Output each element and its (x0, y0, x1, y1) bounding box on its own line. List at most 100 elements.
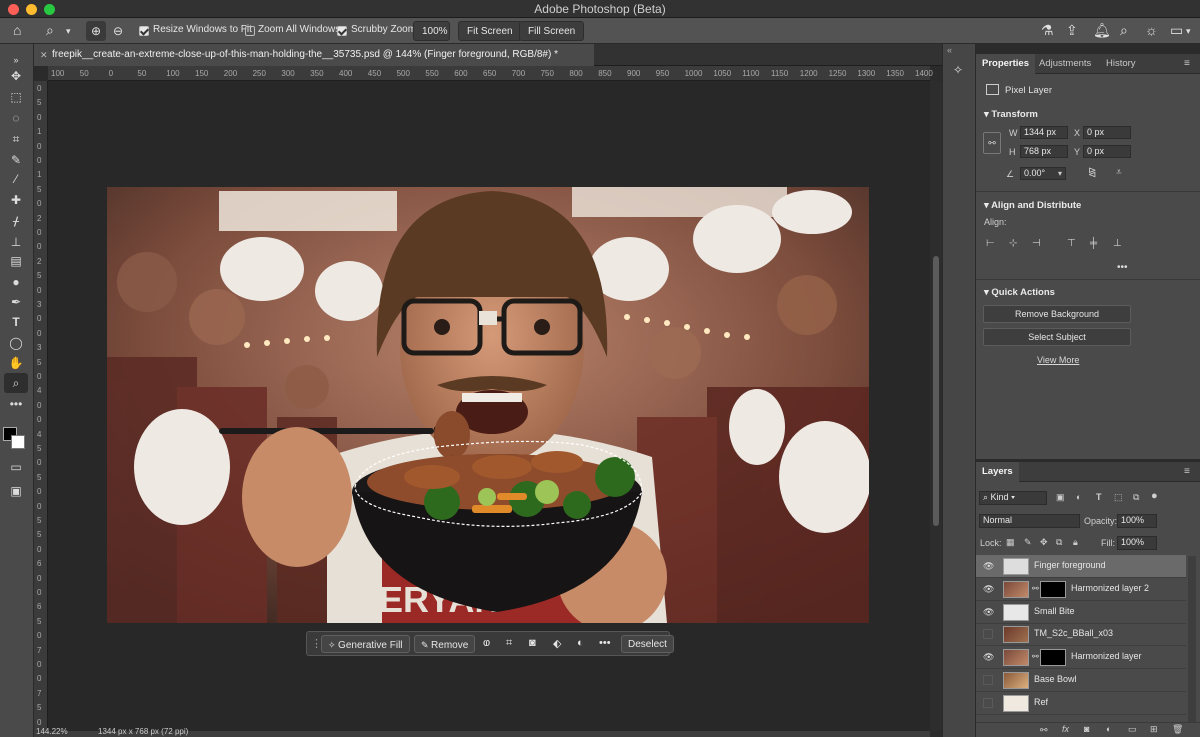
close-tab-icon[interactable]: ✕ (40, 44, 48, 66)
lightbulb-icon[interactable]: ☼ (1145, 23, 1158, 37)
align-right-icon[interactable]: ⊣ (1032, 238, 1044, 250)
x-field[interactable]: 0 px (1083, 126, 1131, 139)
workspace-icon[interactable]: ▭ (1170, 23, 1183, 37)
fill-bucket-icon[interactable]: ⬖ (553, 637, 561, 650)
add-mask-icon[interactable]: ◙ (1084, 724, 1089, 734)
adjustment-icon[interactable]: ◐ (577, 637, 584, 649)
pen-tool-icon[interactable]: ✒ (4, 292, 28, 312)
eye-icon[interactable]: 👁︎ (983, 607, 995, 617)
zoom-tool-active-icon[interactable]: ⌕ (4, 373, 28, 393)
lock-transparency-icon[interactable]: ▦ (1006, 537, 1015, 548)
crop-tool-icon[interactable]: ⌗ (4, 129, 28, 149)
filter-smart-object-icon[interactable]: ⧉ (1133, 492, 1139, 503)
mask-icon[interactable]: ◙ (529, 637, 536, 649)
bell-icon[interactable]: 🔔︎ (1093, 23, 1111, 37)
zoom-tool-icon[interactable]: ⌕ (46, 23, 54, 37)
layer-row[interactable]: Base Bowl (976, 669, 1186, 692)
fit-screen-button[interactable]: Fit Screen (458, 21, 522, 41)
align-bottom-icon[interactable]: ⊥ (1113, 238, 1125, 250)
filter-toggle-icon[interactable]: ● (1151, 490, 1158, 502)
filter-shape-icon[interactable]: ⬚ (1114, 492, 1123, 503)
align-top-icon[interactable]: ⊤ (1067, 238, 1079, 250)
layer-mask-thumbnail[interactable] (1040, 649, 1066, 667)
tab-layers[interactable]: Layers (976, 462, 1019, 482)
adjustment-layer-icon[interactable]: ◐ (1106, 724, 1111, 734)
move-tool-icon[interactable]: ✥ (4, 66, 28, 86)
layers-menu-icon[interactable]: ≡ (1184, 466, 1190, 477)
layer-row[interactable]: Ref (976, 692, 1186, 715)
zoom-out-icon[interactable]: ⊖ (113, 24, 123, 38)
shape-tool-icon[interactable]: ◯ (4, 333, 28, 353)
more-options-icon[interactable]: ••• (599, 637, 611, 649)
flip-horizontal-icon[interactable]: ⧎ (1088, 167, 1096, 178)
trash-icon[interactable]: 🗑︎ (1172, 724, 1183, 735)
workspace-chevron-icon[interactable]: ▾ (1186, 24, 1191, 38)
stamp-tool-icon[interactable]: ⊥ (4, 232, 28, 252)
y-field[interactable]: 0 px (1083, 145, 1131, 158)
chevron-down-icon[interactable]: ▾ (66, 24, 71, 38)
filter-adjustment-icon[interactable]: ◐ (1076, 492, 1081, 502)
canvas-vertical-scrollbar[interactable] (930, 81, 942, 731)
zoom-in-icon[interactable]: ⊕ (86, 21, 106, 41)
kind-filter-dropdown[interactable]: ⌕ Kind ▾ (979, 491, 1047, 505)
more-tools-icon[interactable]: ••• (4, 394, 28, 414)
fill-screen-button[interactable]: Fill Screen (519, 21, 585, 41)
lock-artboard-icon[interactable]: ⧉ (1056, 537, 1062, 548)
zoom-all-checkbox[interactable] (245, 26, 255, 36)
eye-hidden-icon[interactable] (983, 675, 993, 685)
layers-scrollbar[interactable] (1188, 556, 1196, 726)
screen-mode-icon[interactable]: ▣ (4, 481, 28, 501)
layer-row[interactable]: 👁︎ Finger foreground (976, 555, 1186, 578)
new-layer-icon[interactable]: ⊞ (1150, 724, 1158, 735)
eye-hidden-icon[interactable] (983, 629, 993, 640)
align-left-icon[interactable]: ⊢ (986, 238, 998, 250)
mask-link-icon[interactable]: ⚯ (1032, 584, 1039, 593)
remove-button[interactable]: ✎ Remove (414, 635, 476, 653)
marquee-tool-icon[interactable]: ⬚ (4, 87, 28, 107)
group-folder-icon[interactable]: ▭ (1128, 724, 1137, 735)
home-icon[interactable]: ⌂ (13, 23, 21, 37)
view-more-link[interactable]: View More (1037, 355, 1079, 365)
layer-row[interactable]: 👁︎ ⚯ Harmonized layer 2 (976, 578, 1186, 601)
gradient-tool-icon[interactable]: ▤ (4, 251, 28, 271)
quick-selection-tool-icon[interactable]: ✎ (4, 150, 28, 170)
eye-hidden-icon[interactable] (983, 697, 993, 708)
eyedropper-tool-icon[interactable]: ⁄ (4, 169, 28, 189)
resize-windows-checkbox[interactable] (139, 26, 149, 36)
lock-all-icon[interactable]: 🔒︎ (1073, 537, 1078, 548)
generative-fill-button[interactable]: ✧ Generative Fill (321, 635, 410, 653)
tab-properties[interactable]: Properties (976, 54, 1035, 74)
quick-actions-section-title[interactable]: ▾ Quick Actions (984, 287, 1055, 298)
healing-brush-icon[interactable]: ✚ (4, 190, 28, 210)
type-tool-icon[interactable]: T (4, 312, 28, 332)
deselect-button[interactable]: Deselect (621, 635, 674, 653)
blend-mode-dropdown[interactable]: Normal (979, 514, 1080, 528)
height-field[interactable]: 768 px (1020, 145, 1068, 158)
transform-selection-icon[interactable]: ⌗ (506, 637, 512, 650)
layer-row[interactable]: 👁︎ ⚯ Harmonized layer (976, 646, 1186, 670)
eye-icon[interactable]: 👁︎ (983, 561, 995, 571)
select-subject-button[interactable]: Select Subject (983, 328, 1131, 346)
opacity-field[interactable]: 100% (1117, 514, 1157, 528)
search-icon[interactable]: ⌕ (1120, 23, 1128, 37)
align-center-h-icon[interactable]: ⊹ (1009, 238, 1021, 250)
zoom-value-field[interactable]: 100% (413, 21, 450, 41)
angle-dropdown-icon[interactable]: ▾ (1058, 169, 1062, 178)
brush-tool-icon[interactable]: ᚋ (4, 211, 28, 231)
tab-adjustments[interactable]: Adjustments (1033, 54, 1097, 74)
align-section-title[interactable]: ▾ Align and Distribute (984, 200, 1081, 211)
sparkle-panel-icon[interactable]: ✧ (953, 63, 967, 77)
panel-menu-icon[interactable]: ≡ (1184, 58, 1190, 69)
lasso-tool-icon[interactable]: ◌ (4, 108, 28, 128)
minimize-window-button[interactable] (26, 4, 37, 15)
flask-icon[interactable]: ⚗ (1041, 23, 1054, 37)
align-more-icon[interactable]: ••• (1117, 262, 1128, 273)
background-color-swatch[interactable] (11, 435, 25, 449)
hand-tool-icon[interactable]: ✋ (4, 353, 28, 373)
fx-icon[interactable]: fx (1062, 724, 1069, 734)
transform-section-title[interactable]: ▾ Transform (984, 109, 1038, 120)
layer-mask-thumbnail[interactable] (1040, 580, 1066, 598)
document-tab[interactable]: ✕ freepik__create-an-extreme-close-up-of… (34, 44, 594, 66)
tab-history[interactable]: History (1100, 54, 1142, 74)
filter-pixel-icon[interactable]: ▣ (1056, 492, 1065, 503)
